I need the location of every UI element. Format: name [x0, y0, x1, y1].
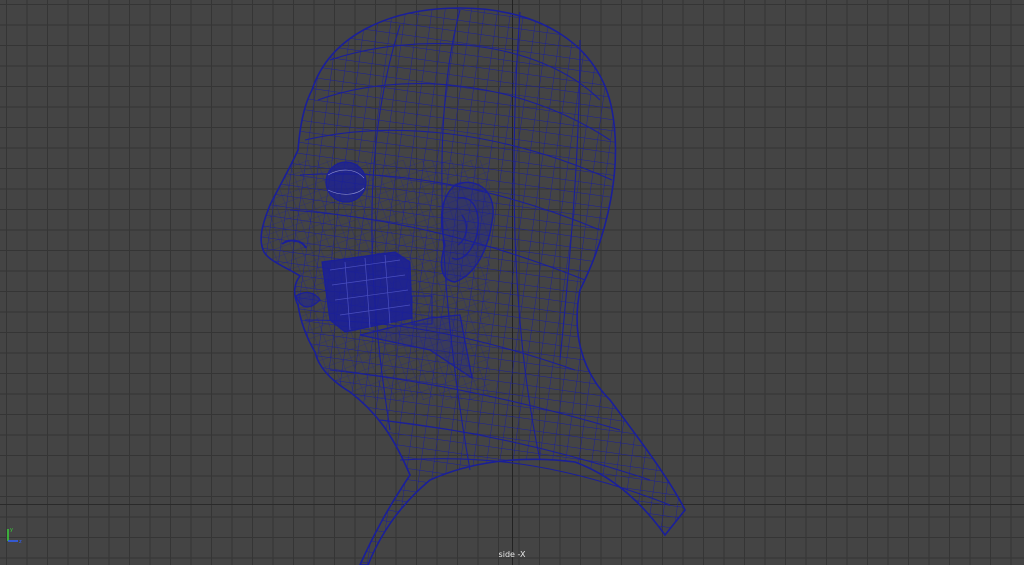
mesh-faces [261, 8, 685, 565]
svg-text:y: y [10, 527, 13, 533]
eye-mesh[interactable] [325, 161, 367, 203]
side-viewport[interactable]: y z side -X [0, 0, 1024, 565]
svg-text:z: z [19, 539, 22, 545]
axis-gizmo-icon: y z [7, 527, 22, 545]
head-wireframe-mesh[interactable] [0, 0, 1024, 565]
camera-view-label: side -X [498, 550, 526, 559]
